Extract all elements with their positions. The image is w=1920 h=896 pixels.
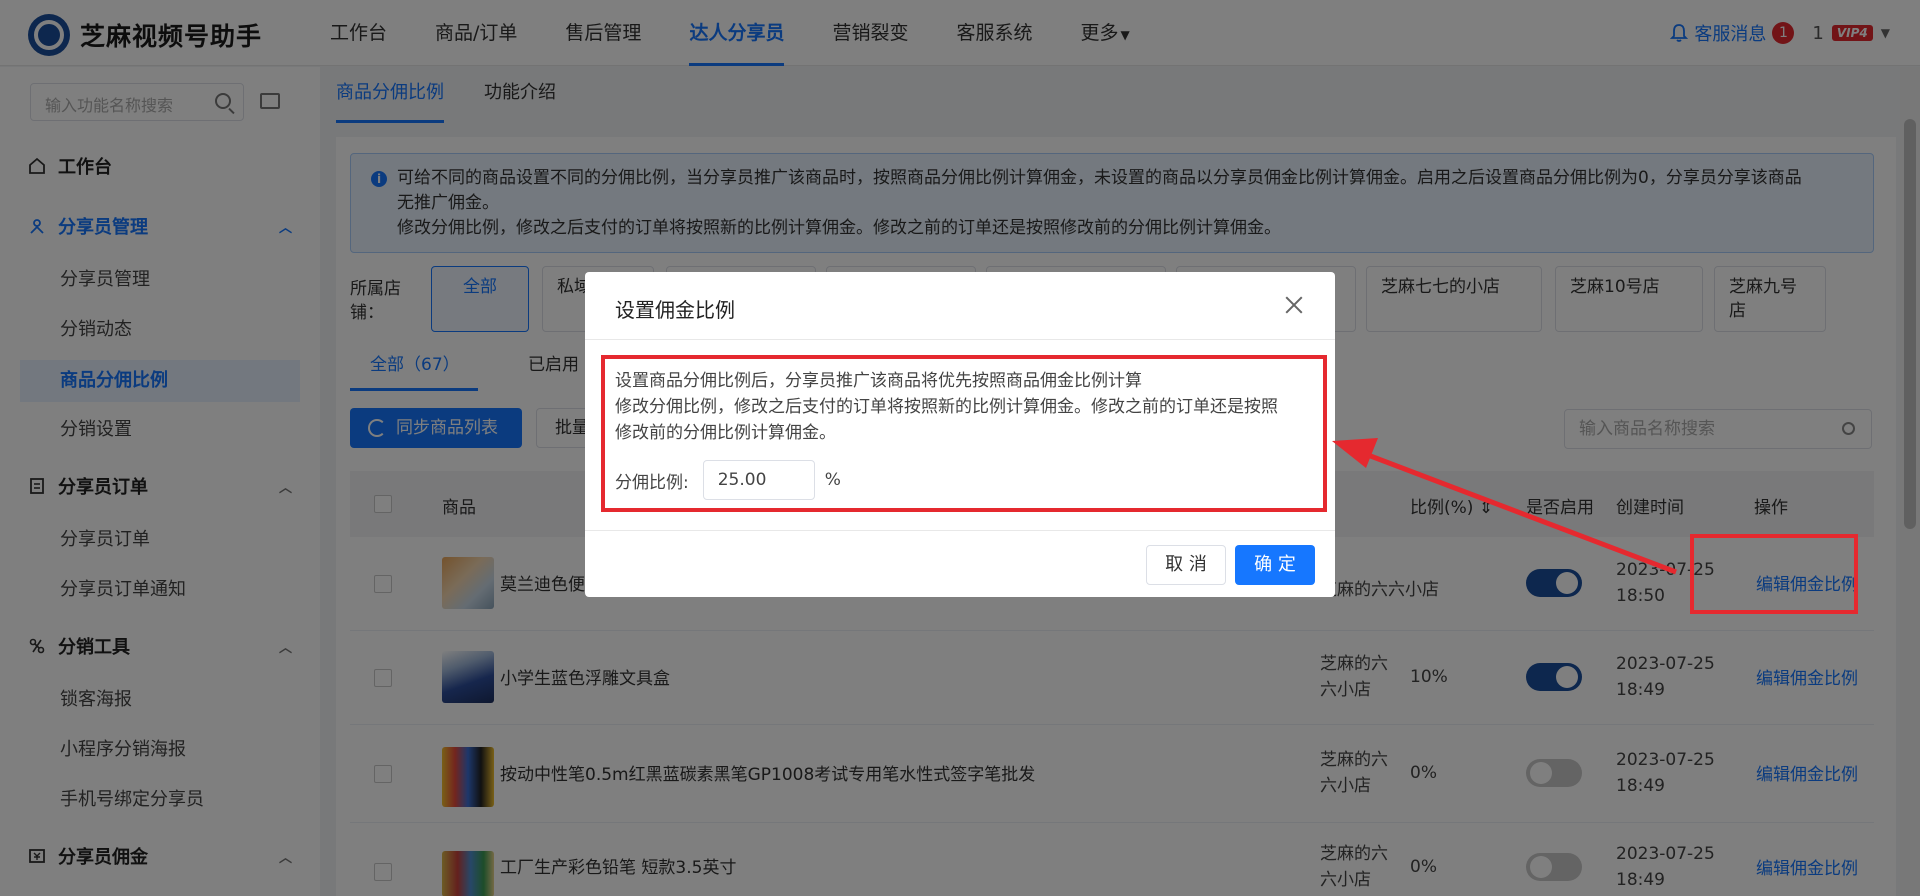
annotation-arrow-icon (1332, 438, 1677, 575)
